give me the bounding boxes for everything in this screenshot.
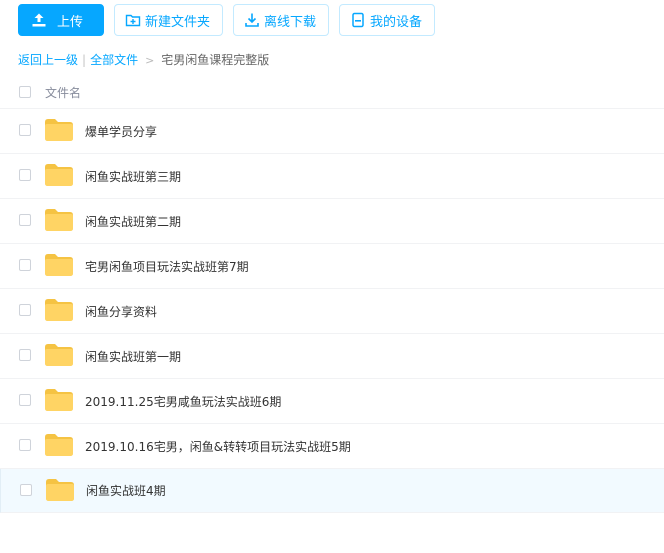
breadcrumb: 返回上一级 | 全部文件 > 宅男闲鱼课程完整版 xyxy=(18,51,269,68)
row-checkbox[interactable] xyxy=(19,439,31,451)
toolbar: 上传 新建文件夹 离线下载 我的设备 xyxy=(18,4,436,38)
select-all-checkbox[interactable] xyxy=(19,86,31,98)
my-devices-label: 我的设备 xyxy=(370,14,423,30)
breadcrumb-arrow: > xyxy=(145,54,155,67)
file-list-header: 文件名 xyxy=(0,76,664,109)
row-checkbox[interactable] xyxy=(20,484,32,496)
file-list: 爆单学员分享闲鱼实战班第三期 闲鱼实战班第二期宅男闲鱼项目玩法实战班第7期 闲鱼分享… xyxy=(0,109,664,513)
file-row[interactable]: 宅男闲鱼项目玩法实战班第7期 xyxy=(0,244,664,289)
file-row[interactable]: 闲鱼实战班第三期 xyxy=(0,154,664,199)
file-row[interactable]: 闲鱼分享资料 xyxy=(0,289,664,334)
download-icon xyxy=(244,12,260,28)
upload-button[interactable]: 上传 xyxy=(18,4,104,36)
row-checkbox[interactable] xyxy=(19,259,31,271)
folder-icon[interactable] xyxy=(45,299,73,321)
upload-icon xyxy=(31,12,47,28)
file-name[interactable]: 闲鱼实战班4期 xyxy=(86,482,166,499)
new-folder-label: 新建文件夹 xyxy=(145,14,211,30)
folder-icon[interactable] xyxy=(45,119,73,141)
row-checkbox[interactable] xyxy=(19,394,31,406)
row-checkbox[interactable] xyxy=(19,124,31,136)
my-devices-button[interactable]: 我的设备 xyxy=(339,4,436,36)
file-row[interactable]: 2019.11.25宅男咸鱼玩法实战班6期 xyxy=(0,379,664,424)
back-link[interactable]: 返回上一级 xyxy=(18,53,78,67)
folder-icon[interactable] xyxy=(45,389,73,411)
file-name[interactable]: 2019.10.16宅男，闲鱼&转转项目玩法实战班5期 xyxy=(85,438,351,455)
folder-icon[interactable] xyxy=(45,434,73,456)
row-checkbox[interactable] xyxy=(19,214,31,226)
file-row[interactable]: 闲鱼实战班4期 xyxy=(0,469,664,513)
folder-icon[interactable] xyxy=(45,209,73,231)
row-checkbox[interactable] xyxy=(19,349,31,361)
folder-plus-icon xyxy=(125,12,141,28)
file-name[interactable]: 2019.11.25宅男咸鱼玩法实战班6期 xyxy=(85,393,281,410)
file-name[interactable]: 闲鱼实战班第三期 xyxy=(85,168,181,185)
new-folder-button[interactable]: 新建文件夹 xyxy=(114,4,224,36)
file-name[interactable]: 闲鱼分享资料 xyxy=(85,303,157,320)
folder-icon[interactable] xyxy=(45,254,73,276)
file-name[interactable]: 宅男闲鱼项目玩法实战班第7期 xyxy=(85,258,249,275)
file-row[interactable]: 闲鱼实战班第一期 xyxy=(0,334,664,379)
all-files-link[interactable]: 全部文件 xyxy=(90,53,138,67)
breadcrumb-separator: | xyxy=(82,53,87,67)
folder-icon[interactable] xyxy=(46,479,74,501)
device-icon xyxy=(350,12,366,28)
file-name[interactable]: 闲鱼实战班第一期 xyxy=(85,348,181,365)
row-checkbox[interactable] xyxy=(19,304,31,316)
current-folder-label: 宅男闲鱼课程完整版 xyxy=(161,53,270,67)
offline-download-label: 离线下载 xyxy=(264,14,317,30)
folder-icon[interactable] xyxy=(45,164,73,186)
file-name[interactable]: 闲鱼实战班第二期 xyxy=(85,213,181,230)
row-checkbox[interactable] xyxy=(19,169,31,181)
file-row[interactable]: 闲鱼实战班第二期 xyxy=(0,199,664,244)
upload-label: 上传 xyxy=(57,14,84,30)
column-header-filename[interactable]: 文件名 xyxy=(45,84,81,101)
file-row[interactable]: 爆单学员分享 xyxy=(0,109,664,154)
folder-icon[interactable] xyxy=(45,344,73,366)
file-name[interactable]: 爆单学员分享 xyxy=(85,123,157,140)
file-row[interactable]: 2019.10.16宅男，闲鱼&转转项目玩法实战班5期 xyxy=(0,424,664,469)
offline-download-button[interactable]: 离线下载 xyxy=(233,4,330,36)
